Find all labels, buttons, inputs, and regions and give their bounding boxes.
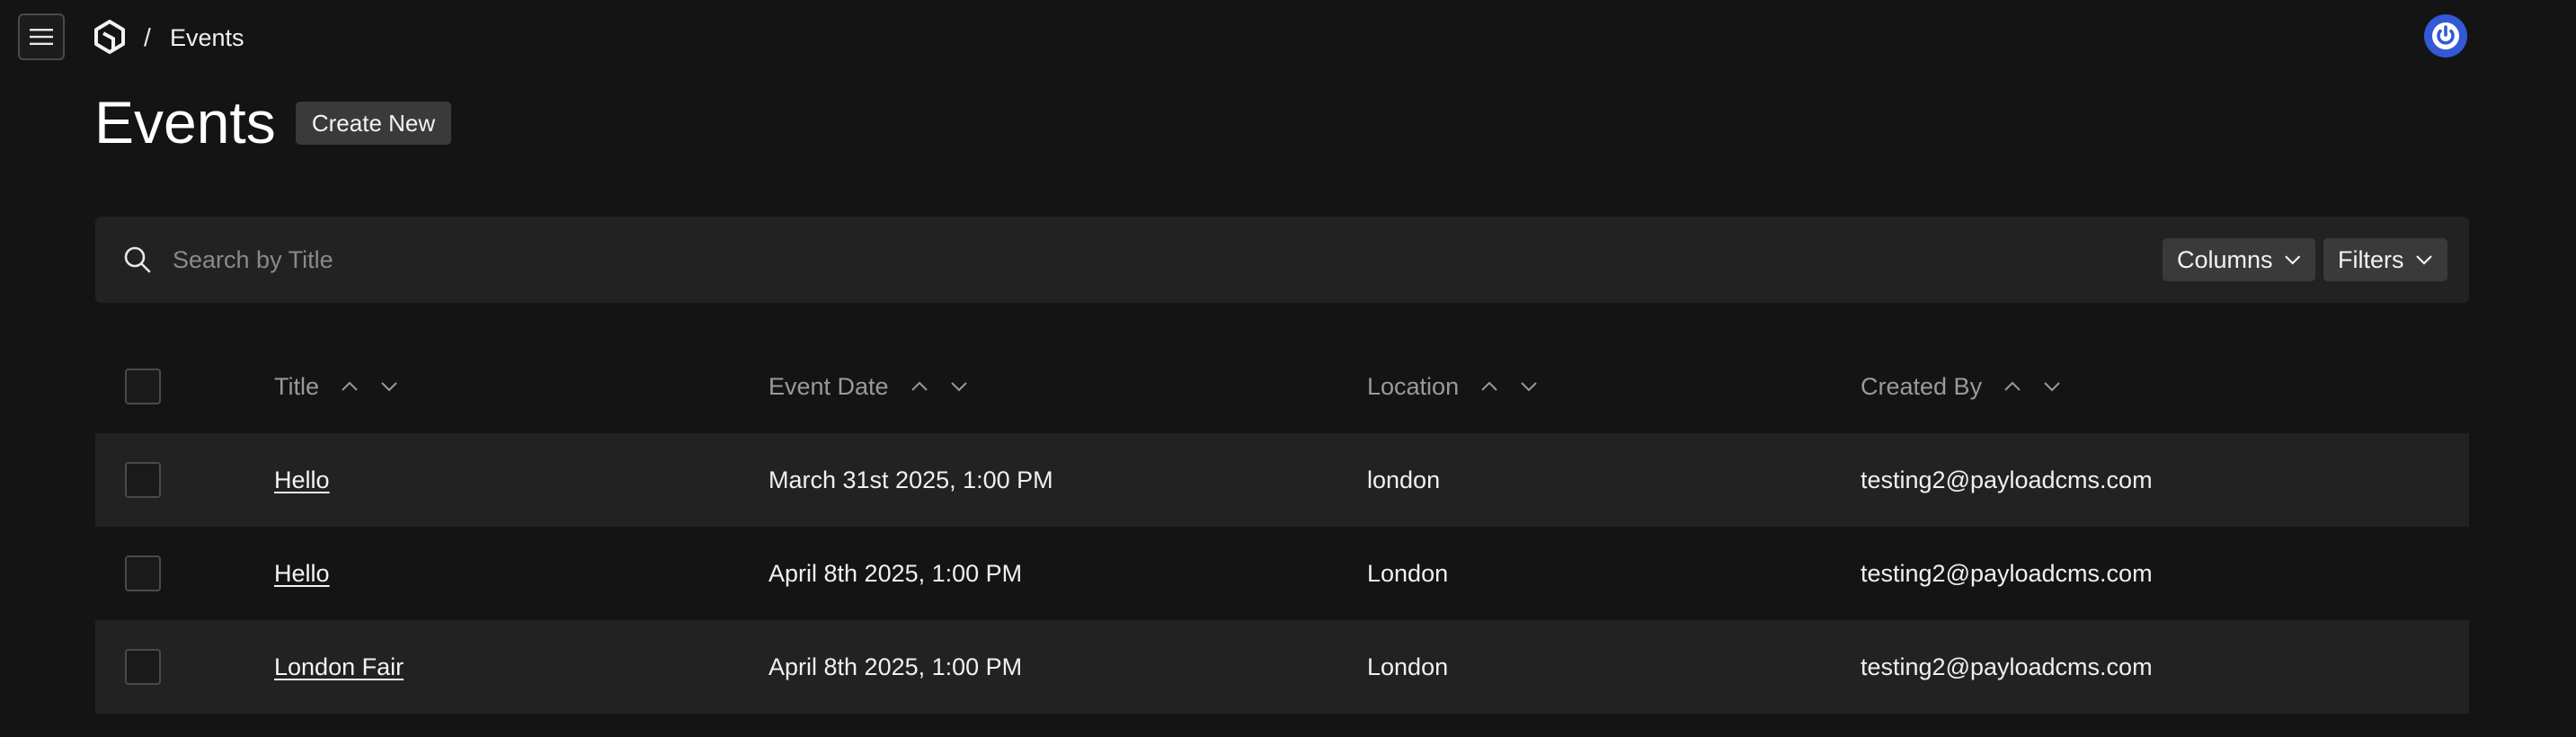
column-header-label: Event Date — [768, 372, 889, 400]
create-new-button[interactable]: Create New — [296, 102, 451, 145]
search-input[interactable] — [173, 235, 1970, 285]
table-row: London Fair April 8th 2025, 1:00 PM Lond… — [95, 620, 2469, 714]
sort-controls — [909, 376, 970, 397]
row-checkbox[interactable] — [125, 462, 161, 498]
page-title: Events — [94, 89, 276, 155]
cell-created-by: testing2@payloadcms.com — [1861, 653, 2153, 680]
chevron-down-icon[interactable] — [378, 376, 400, 397]
cell-location: london — [1367, 466, 1441, 493]
menu-button[interactable] — [18, 13, 65, 60]
row-checkbox[interactable] — [125, 649, 161, 685]
select-all-checkbox[interactable] — [125, 368, 161, 404]
title-link[interactable]: London Fair — [274, 653, 404, 681]
top-bar: / Events — [0, 0, 2576, 74]
column-header-event-date: Event Date — [768, 340, 970, 433]
column-header-label: Created By — [1861, 372, 1983, 400]
table-row: Hello March 31st 2025, 1:00 PM london te… — [95, 433, 2469, 527]
chevron-up-icon[interactable] — [2002, 376, 2023, 397]
sort-controls — [339, 376, 400, 397]
chevron-down-icon[interactable] — [948, 376, 970, 397]
power-icon — [2432, 22, 2459, 49]
cell-event-date: April 8th 2025, 1:00 PM — [768, 653, 1023, 680]
chevron-down-icon[interactable] — [2041, 376, 2063, 397]
column-header-label: Location — [1367, 372, 1460, 400]
breadcrumb-separator: / — [144, 23, 151, 51]
search-icon — [124, 246, 151, 273]
column-header-title: Title — [274, 340, 400, 433]
chevron-up-icon[interactable] — [1479, 376, 1500, 397]
cell-location: London — [1367, 559, 1449, 587]
columns-button[interactable]: Columns — [2163, 238, 2315, 281]
column-header-label: Title — [274, 372, 320, 400]
cell-created-by: testing2@payloadcms.com — [1861, 466, 2153, 493]
chevron-down-icon — [2284, 255, 2300, 265]
sort-controls — [1479, 376, 1540, 397]
filters-button[interactable]: Filters — [2323, 238, 2447, 281]
title-link[interactable]: Hello — [274, 560, 330, 588]
cell-event-date: April 8th 2025, 1:00 PM — [768, 559, 1023, 587]
title-link[interactable]: Hello — [274, 466, 330, 494]
hamburger-icon — [30, 29, 53, 45]
cell-title: Hello — [274, 433, 330, 527]
list-controls: Columns Filters — [95, 217, 2469, 303]
breadcrumb-current: Events — [170, 24, 244, 51]
row-checkbox[interactable] — [125, 555, 161, 591]
chevron-down-icon[interactable] — [1518, 376, 1540, 397]
account-button[interactable] — [2424, 14, 2467, 58]
sort-controls — [2002, 376, 2063, 397]
column-header-location: Location — [1367, 340, 1540, 433]
payload-logo-icon[interactable] — [93, 20, 126, 54]
column-header-created-by: Created By — [1861, 340, 2063, 433]
filters-label: Filters — [2338, 245, 2404, 273]
chevron-up-icon[interactable] — [339, 376, 360, 397]
cell-title: Hello — [274, 527, 330, 620]
table-row: Hello April 8th 2025, 1:00 PM London tes… — [95, 527, 2469, 620]
chevron-down-icon — [2415, 255, 2432, 265]
events-table: Title Event Date Location Created By Hel… — [95, 340, 2469, 714]
table-header-row: Title Event Date Location Created By — [95, 340, 2469, 433]
columns-label: Columns — [2177, 245, 2273, 273]
cell-created-by: testing2@payloadcms.com — [1861, 559, 2153, 587]
chevron-up-icon[interactable] — [909, 376, 930, 397]
cell-title: London Fair — [274, 620, 404, 714]
cell-event-date: March 31st 2025, 1:00 PM — [768, 466, 1053, 493]
cell-location: London — [1367, 653, 1449, 680]
